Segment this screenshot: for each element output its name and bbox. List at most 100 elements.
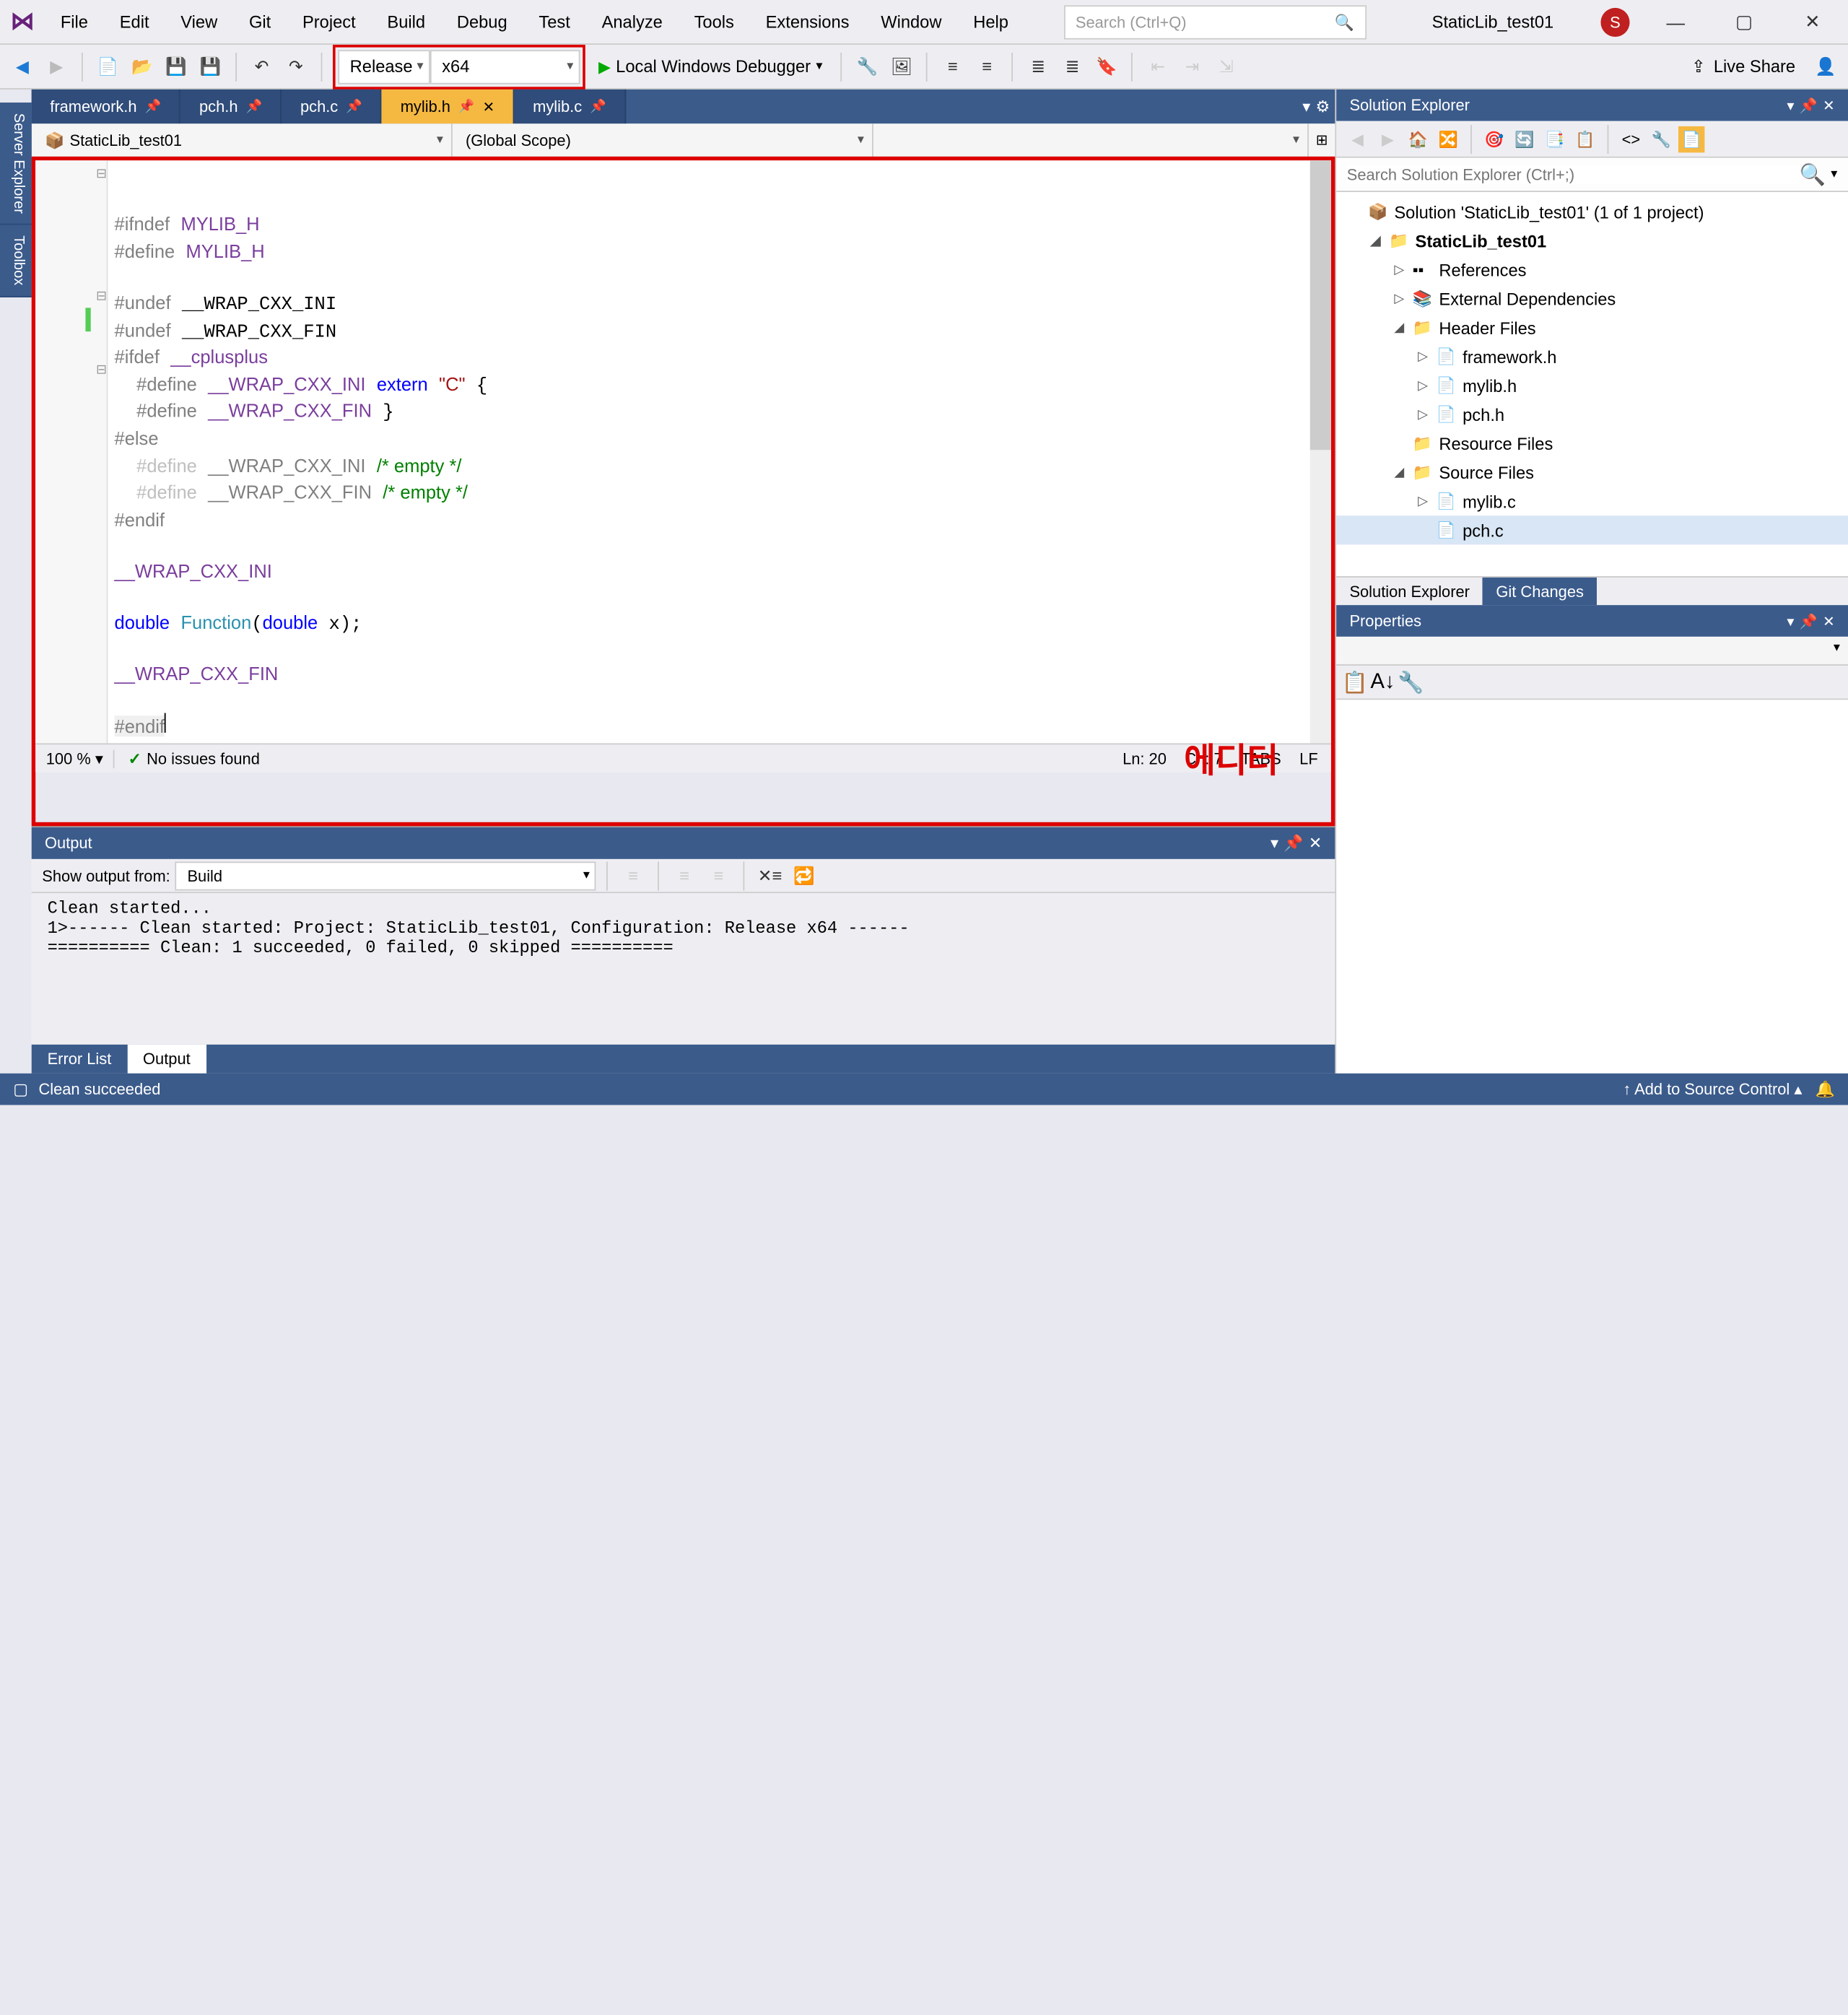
minimize-button[interactable]: — (1653, 11, 1698, 32)
output-clear-icon[interactable]: ≡ (619, 861, 648, 890)
prop-alpha-icon[interactable]: A↓ (1370, 670, 1395, 694)
server-explorer-tab[interactable]: Server Explorer (0, 103, 32, 225)
prop-categorize-icon[interactable]: 📋 (1342, 669, 1368, 695)
menu-build[interactable]: Build (372, 0, 441, 44)
sol-refresh-icon[interactable]: 🔄 (1512, 126, 1538, 152)
indent-icon[interactable]: ≡ (938, 52, 967, 81)
maximize-button[interactable]: ▢ (1722, 11, 1766, 33)
sol-preview-icon[interactable]: 📄 (1678, 126, 1704, 152)
menu-test[interactable]: Test (523, 0, 586, 44)
solution-search-input[interactable] (1347, 165, 1800, 184)
tabs-overflow-icon[interactable]: ▾ (1302, 97, 1310, 116)
close-icon[interactable]: ✕ (483, 98, 495, 116)
tab-mylib-h[interactable]: mylib.h📌✕ (382, 90, 514, 123)
collapse-icon[interactable]: ⊟ (96, 360, 107, 385)
sol-home-icon[interactable]: 🏠 (1405, 126, 1431, 152)
menu-git[interactable]: Git (233, 0, 287, 44)
panel-close-icon[interactable]: ✕ (1823, 612, 1835, 630)
sol-code-icon[interactable]: <> (1618, 126, 1644, 152)
platform-dropdown[interactable]: x64 (430, 49, 580, 83)
menu-project[interactable]: Project (287, 0, 371, 44)
redo-icon[interactable]: ↷ (282, 52, 310, 81)
step-icon-2[interactable]: ⇥ (1177, 52, 1206, 81)
panel-dropdown-icon[interactable]: ▾ (1787, 97, 1794, 114)
notifications-icon[interactable]: 🔔 (1816, 1080, 1835, 1099)
tree-resource-files[interactable]: 📁Resource Files (1336, 429, 1848, 458)
pin-icon[interactable]: 📌 (245, 100, 262, 114)
source-control-button[interactable]: ↑ Add to Source Control ▴ (1623, 1080, 1802, 1099)
solution-search[interactable]: 🔍 ▾ (1336, 158, 1848, 192)
menu-file[interactable]: File (45, 0, 104, 44)
tab-framework-h[interactable]: framework.h📌 (32, 90, 181, 123)
member-dropdown[interactable] (873, 123, 1309, 157)
menu-debug[interactable]: Debug (441, 0, 523, 44)
sol-back-icon[interactable]: ◀ (1344, 126, 1370, 152)
tab-pch-c[interactable]: pch.c📌 (282, 90, 382, 123)
tree-mylib-h[interactable]: ▷📄mylib.h (1336, 371, 1848, 400)
menu-analyze[interactable]: Analyze (586, 0, 679, 44)
start-debug-button[interactable]: ▶ Local Windows Debugger ▾ (590, 56, 830, 76)
sol-switch-icon[interactable]: 🔀 (1435, 126, 1461, 152)
output-tool-icon[interactable]: 🔁 (790, 861, 819, 890)
open-icon[interactable]: 📂 (128, 52, 157, 81)
collapse-icon[interactable]: ⊟ (96, 165, 107, 189)
panel-close-icon[interactable]: ✕ (1823, 97, 1835, 114)
tree-framework-h[interactable]: ▷📄framework.h (1336, 342, 1848, 371)
tree-solution[interactable]: 📦Solution 'StaticLib_test01' (1 of 1 pro… (1336, 197, 1848, 226)
sol-prop-icon[interactable]: 🔧 (1648, 126, 1674, 152)
eol-indicator[interactable]: LF (1299, 749, 1318, 768)
project-dropdown[interactable]: 📦 StaticLib_test01 (32, 123, 453, 157)
panel-pin-icon[interactable]: 📌 (1800, 97, 1818, 114)
tree-source-files[interactable]: ◢📁Source Files (1336, 458, 1848, 487)
nav-fwd-icon[interactable]: ▶ (42, 52, 71, 81)
search-box[interactable]: Search (Ctrl+Q) 🔍 (1063, 4, 1366, 38)
tree-external[interactable]: ▷📚External Dependencies (1336, 284, 1848, 313)
bookmark-icon[interactable]: 🔖 (1092, 52, 1121, 81)
issues-status[interactable]: ✓No issues found (115, 749, 273, 768)
properties-grid[interactable] (1336, 700, 1848, 1073)
tree-pch-c[interactable]: 📄pch.c (1336, 515, 1848, 544)
undo-icon[interactable]: ↶ (248, 52, 276, 81)
editor-scrollbar[interactable] (1310, 160, 1331, 743)
output-x-icon[interactable]: ✕≡ (756, 861, 785, 890)
tree-header-files[interactable]: ◢📁Header Files (1336, 313, 1848, 342)
menu-extensions[interactable]: Extensions (750, 0, 866, 44)
tab-pch-h[interactable]: pch.h📌 (181, 90, 282, 123)
solution-config-dropdown[interactable]: Release (338, 49, 430, 83)
scope-dropdown[interactable]: (Global Scope) (453, 123, 873, 157)
collapse-icon[interactable]: ⊟ (96, 287, 107, 311)
error-list-tab[interactable]: Error List (32, 1045, 127, 1074)
prop-wrench-icon[interactable]: 🔧 (1398, 669, 1424, 695)
nav-back-icon[interactable]: ◀ (8, 52, 37, 81)
tree-mylib-c[interactable]: ▷📄mylib.c (1336, 487, 1848, 515)
pin-icon[interactable]: 📌 (346, 100, 362, 114)
sol-fwd-icon[interactable]: ▶ (1374, 126, 1400, 152)
sol-collapse-icon[interactable]: 📑 (1541, 126, 1567, 152)
tool-icon-1[interactable]: 🔧 (853, 52, 881, 81)
save-icon[interactable]: 💾 (162, 52, 191, 81)
line-indicator[interactable]: Ln: 20 (1123, 749, 1167, 768)
user-avatar[interactable]: S (1600, 7, 1629, 36)
pin-icon[interactable]: 📌 (590, 100, 606, 114)
sol-showall-icon[interactable]: 📋 (1572, 126, 1598, 152)
menu-view[interactable]: View (165, 0, 233, 44)
tree-project[interactable]: ◢📁StaticLib_test01 (1336, 226, 1848, 255)
properties-object-dropdown[interactable] (1336, 637, 1848, 666)
tab-mylib-c[interactable]: mylib.c📌 (515, 90, 627, 123)
save-all-icon[interactable]: 💾 (196, 52, 225, 81)
sol-sync-icon[interactable]: 🎯 (1481, 126, 1507, 152)
comment-icon[interactable]: ≣ (1024, 52, 1052, 81)
code-editor[interactable]: ⊟#ifndef MYLIB_H #define MYLIB_H #undef … (35, 160, 1331, 743)
git-changes-tab[interactable]: Git Changes (1483, 578, 1597, 605)
live-share-button[interactable]: ⇪ Live Share (1681, 56, 1805, 77)
output-wrap-icon-2[interactable]: ≡ (705, 861, 733, 890)
panel-close-icon[interactable]: ✕ (1309, 834, 1322, 853)
outdent-icon[interactable]: ≡ (972, 52, 1001, 81)
menu-window[interactable]: Window (865, 0, 957, 44)
panel-dropdown-icon[interactable]: ▾ (1787, 612, 1794, 630)
output-text[interactable]: Clean started... 1>------ Clean started:… (32, 893, 1335, 1045)
close-button[interactable]: ✕ (1790, 11, 1835, 33)
panel-pin-icon[interactable]: 📌 (1800, 612, 1818, 630)
toolbox-tab[interactable]: Toolbox (0, 225, 32, 297)
tree-pch-h[interactable]: ▷📄pch.h (1336, 400, 1848, 429)
